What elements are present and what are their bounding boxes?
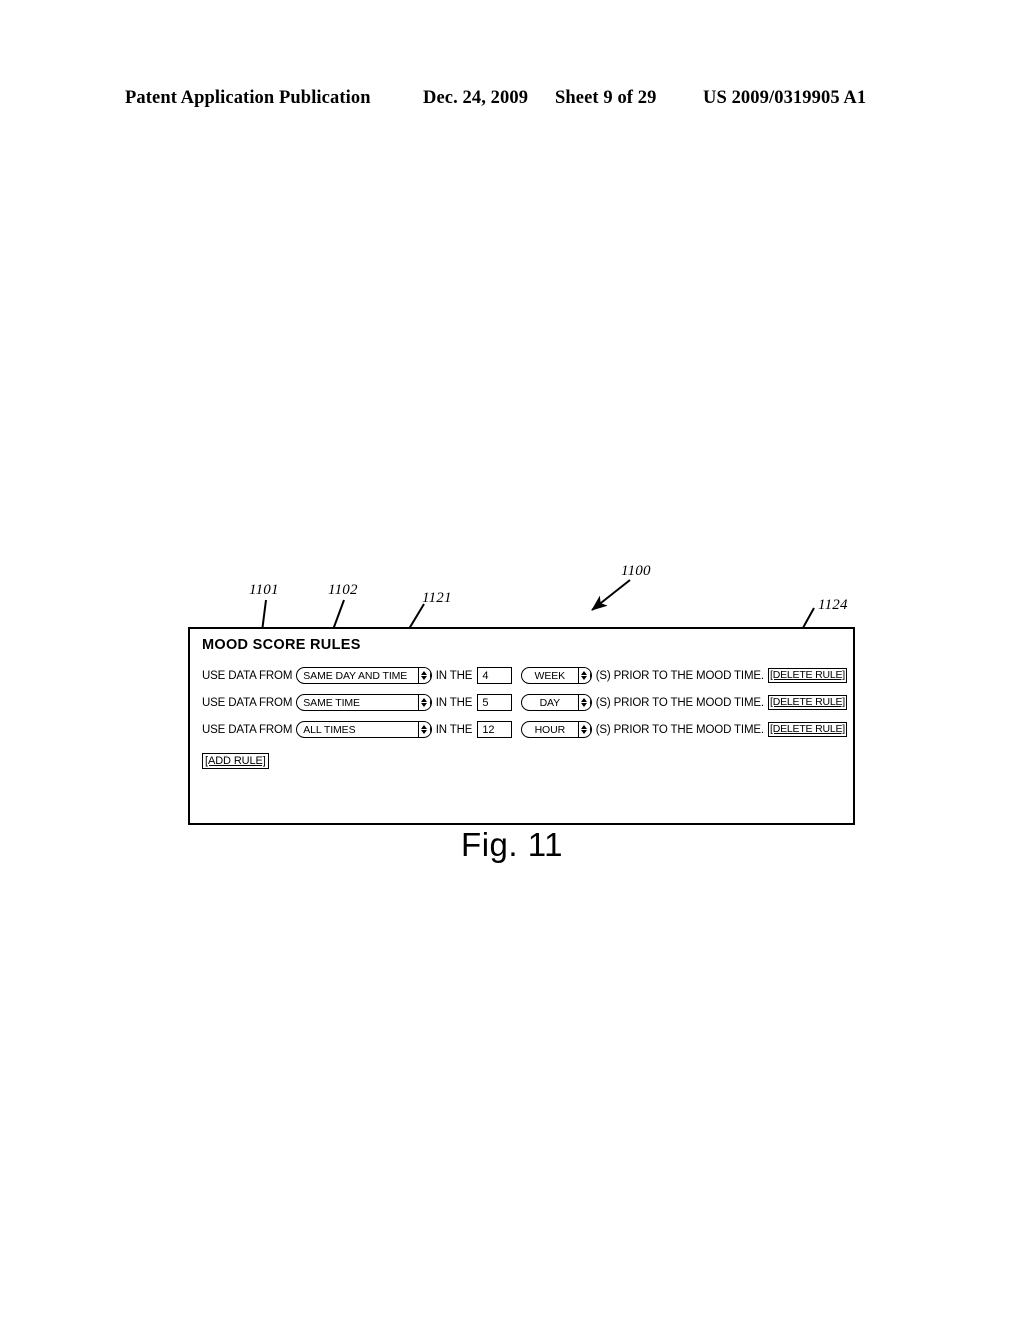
delete-rule-button[interactable]: [DELETE RULE] (767, 668, 847, 683)
data-source-select[interactable]: SAME TIME (296, 694, 432, 711)
delete-rule-cell: [DELETE RULE] (767, 695, 847, 710)
leader-1100 (591, 579, 631, 611)
time-unit-select-value: HOUR (534, 723, 566, 736)
rules-list: USE DATA FROM SAME DAY AND TIME IN THE 4… (202, 662, 847, 775)
patent-page-header: Patent Application Publication Dec. 24, … (125, 88, 885, 112)
header-date-text: Dec. 24, 2009 (423, 88, 529, 108)
rule-middle-label: IN THE (435, 723, 473, 736)
spinner-updown-icon[interactable] (418, 722, 431, 737)
data-source-select-value: SAME TIME (303, 696, 360, 709)
rule-row: USE DATA FROM ALL TIMES IN THE 12 HOUR (… (202, 716, 847, 743)
rule-suffix-label: (S) PRIOR TO THE MOOD TIME. (595, 669, 764, 682)
rule-middle-label: IN THE (435, 696, 473, 709)
time-unit-select-value: DAY (539, 696, 561, 709)
spinner-updown-icon[interactable] (578, 695, 591, 710)
time-unit-select-value: WEEK (534, 669, 566, 682)
reference-numeral-1100: 1100 (621, 563, 651, 579)
time-unit-select[interactable]: WEEK (520, 667, 592, 684)
add-rule-button[interactable]: [ADD RULE] (202, 753, 269, 769)
header-sheet-text: Sheet 9 of 29 (555, 88, 657, 108)
time-unit-select[interactable]: DAY (520, 694, 592, 711)
time-unit-select[interactable]: HOUR (520, 721, 592, 738)
reference-numeral-1124: 1124 (818, 597, 848, 613)
header-patent-number: US 2009/0319905 A1 (703, 88, 867, 108)
amount-input[interactable]: 5 (477, 694, 512, 711)
delete-rule-button[interactable]: [DELETE RULE] (767, 695, 847, 710)
mood-score-rules-panel: MOOD SCORE RULES USE DATA FROM SAME DAY … (188, 627, 855, 825)
delete-rule-button[interactable]: [DELETE RULE] (767, 722, 847, 737)
reference-numeral-1101: 1101 (249, 582, 279, 598)
rule-suffix-label: (S) PRIOR TO THE MOOD TIME. (595, 723, 764, 736)
rule-middle-label: IN THE (435, 669, 473, 682)
delete-rule-cell: [DELETE RULE] (767, 722, 847, 737)
add-rule-row: [ADD RULE] (202, 743, 847, 775)
rule-row: USE DATA FROM SAME DAY AND TIME IN THE 4… (202, 662, 847, 689)
data-source-select[interactable]: SAME DAY AND TIME (296, 667, 432, 684)
figure-caption: Fig. 11 (461, 826, 563, 863)
data-source-select-value: SAME DAY AND TIME (303, 669, 408, 682)
spinner-updown-icon[interactable] (418, 668, 431, 683)
spinner-updown-icon[interactable] (578, 722, 591, 737)
rule-row: USE DATA FROM SAME TIME IN THE 5 DAY (S)… (202, 689, 847, 716)
reference-numeral-1121: 1121 (422, 590, 452, 606)
data-source-select[interactable]: ALL TIMES (296, 721, 432, 738)
reference-numeral-1102: 1102 (328, 582, 358, 598)
spinner-updown-icon[interactable] (578, 668, 591, 683)
rule-suffix-label: (S) PRIOR TO THE MOOD TIME. (595, 696, 764, 709)
data-source-select-value: ALL TIMES (303, 723, 356, 736)
rule-prefix-label: USE DATA FROM (202, 669, 293, 682)
header-publication-text: Patent Application Publication (125, 88, 371, 108)
delete-rule-cell: [DELETE RULE] (767, 668, 847, 683)
rule-prefix-label: USE DATA FROM (202, 723, 293, 736)
rule-prefix-label: USE DATA FROM (202, 696, 293, 709)
amount-input[interactable]: 4 (477, 667, 512, 684)
amount-input[interactable]: 12 (477, 721, 512, 738)
spinner-updown-icon[interactable] (418, 695, 431, 710)
page-title: MOOD SCORE RULES (202, 637, 361, 653)
